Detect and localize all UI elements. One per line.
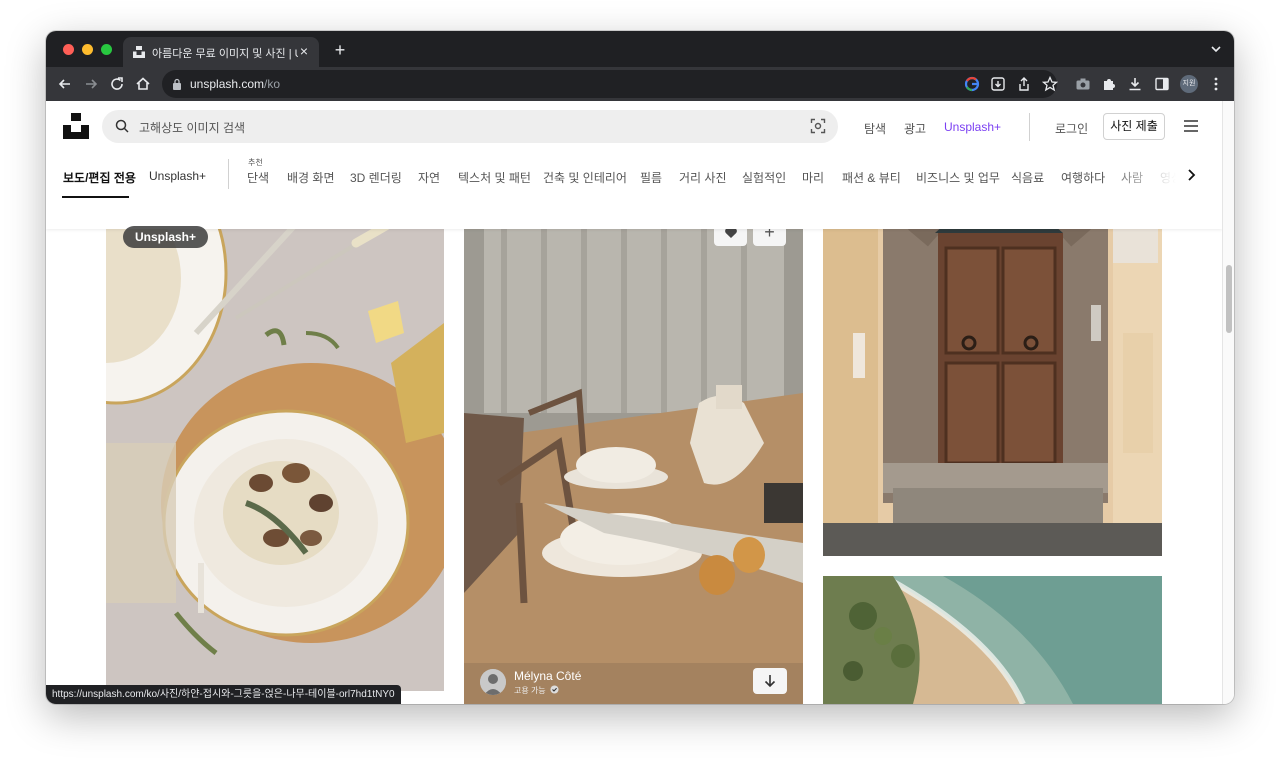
author-name[interactable]: Mélyna Côté [514, 669, 581, 683]
hire-label: 고용 가능 [514, 686, 546, 695]
dining-table-image [464, 203, 803, 704]
share-icon[interactable] [1015, 75, 1033, 93]
site-header: 고해상도 이미지 검색 탐색 광고 Unsplash+ 로그인 사진 제출 보도… [46, 101, 1222, 229]
topic-editorial[interactable]: 보도/편집 전용 [63, 169, 136, 186]
camera-extension-icon[interactable] [1074, 75, 1092, 93]
browser-tab[interactable]: 아름다운 무료 이미지 및 사진 | Unsp × [123, 37, 319, 67]
extensions-puzzle-icon[interactable] [1100, 75, 1118, 93]
install-app-icon[interactable] [989, 75, 1007, 93]
link-status-url: https://unsplash.com/ko/사진/하얀-접시와-그릇을-얹은… [46, 685, 401, 704]
topic-item[interactable]: 여행하다 [1061, 169, 1105, 186]
nav-divider [1029, 113, 1030, 141]
download-tray-icon[interactable] [1126, 75, 1144, 93]
forward-arrow-icon[interactable] [82, 75, 100, 93]
google-icon[interactable] [963, 75, 981, 93]
topic-item[interactable]: 실험적인 [742, 169, 786, 186]
unsplash-logo-icon[interactable] [63, 113, 89, 139]
topic-item[interactable]: 식음료 [1011, 169, 1044, 186]
topic-item[interactable]: 3D 렌더링 [350, 169, 402, 186]
check-badge-icon [550, 685, 559, 694]
author-avatar-image [480, 669, 506, 695]
topics-divider [228, 159, 229, 189]
more-vertical-icon[interactable] [1207, 75, 1225, 93]
topic-item[interactable]: 비즈니스 및 업무 [916, 169, 1000, 186]
nav-unsplash-plus[interactable]: Unsplash+ [944, 120, 1001, 134]
page-scrollbar[interactable] [1222, 101, 1234, 704]
nav-explore[interactable]: 탐색 [864, 120, 886, 137]
topic-item[interactable]: 패션 & 뷰티 [842, 169, 901, 186]
search-bar[interactable]: 고해상도 이미지 검색 [102, 110, 838, 143]
chevron-right-icon[interactable] [1184, 168, 1198, 182]
url-domain: unsplash.com [190, 77, 265, 91]
download-button[interactable] [753, 668, 787, 694]
wooden-door-image [823, 183, 1162, 556]
back-arrow-icon[interactable] [56, 75, 74, 93]
hamburger-menu-icon[interactable] [1183, 119, 1199, 133]
tab-strip: 아름다운 무료 이미지 및 사진 | Unsp × + [46, 31, 1234, 67]
photo-risotto[interactable] [106, 183, 444, 691]
chevron-down-icon[interactable] [1208, 41, 1224, 57]
bookmark-star-icon[interactable] [1041, 75, 1059, 93]
new-tab-button[interactable]: + [330, 40, 350, 60]
browser-window: 아름다운 무료 이미지 및 사진 | Unsp × + unsplash.com… [46, 31, 1234, 704]
search-input[interactable]: 고해상도 이미지 검색 [139, 119, 245, 136]
lock-icon [173, 78, 181, 90]
topic-item[interactable]: 거리 사진 [679, 169, 727, 186]
url-text: unsplash.com/ko [190, 77, 280, 91]
side-panel-icon[interactable] [1153, 75, 1171, 93]
topic-item[interactable]: 필름 [640, 169, 662, 186]
web-page: Unsplash+ + Mélyna Côté 고용 가능 고해상도 이미지 검… [46, 101, 1222, 704]
unsplash-plus-badge: Unsplash+ [123, 226, 209, 248]
topic-item[interactable]: 텍스처 및 패턴 [458, 169, 531, 186]
author-avatar[interactable] [480, 669, 506, 695]
download-icon [764, 675, 776, 688]
address-bar[interactable]: unsplash.com/ko [162, 70, 1057, 98]
topic-item[interactable]: 단색 [247, 169, 269, 186]
search-icon[interactable] [114, 118, 130, 134]
close-window-button[interactable] [63, 44, 74, 55]
maximize-window-button[interactable] [101, 44, 112, 55]
nav-advertise[interactable]: 광고 [904, 120, 926, 137]
risotto-image [106, 183, 444, 691]
photo-dining-table[interactable] [464, 203, 803, 704]
topic-item[interactable]: 자연 [418, 169, 440, 186]
home-icon[interactable] [134, 75, 152, 93]
submit-photo-button[interactable]: 사진 제출 [1103, 113, 1165, 140]
tab-title: 아름다운 무료 이미지 및 사진 | Unsp [152, 48, 298, 60]
unsplash-favicon-icon [133, 46, 145, 58]
profile-avatar[interactable]: 지원 [1180, 75, 1198, 93]
topic-item[interactable]: 마리 [802, 169, 824, 186]
reload-icon[interactable] [108, 75, 126, 93]
tab-close-icon[interactable]: × [295, 42, 313, 60]
browser-toolbar: unsplash.com/ko 지원 [46, 67, 1234, 101]
scrollbar-thumb[interactable] [1226, 265, 1232, 333]
topic-item[interactable]: 배경 화면 [287, 169, 335, 186]
login-link[interactable]: 로그인 [1055, 120, 1088, 137]
recommended-label: 추천 [248, 158, 263, 167]
visual-search-icon[interactable] [810, 118, 826, 134]
beach-aerial-image [823, 576, 1162, 704]
photo-beach-aerial[interactable] [823, 576, 1162, 704]
url-path: /ko [264, 77, 281, 91]
photo-wooden-door[interactable] [823, 183, 1162, 556]
topic-unsplash-plus[interactable]: Unsplash+ [149, 169, 206, 183]
active-topic-underline [62, 196, 129, 198]
minimize-window-button[interactable] [82, 44, 93, 55]
topic-item[interactable]: 건축 및 인테리어 [543, 169, 627, 186]
author-hire-status: 고용 가능 [514, 685, 559, 696]
